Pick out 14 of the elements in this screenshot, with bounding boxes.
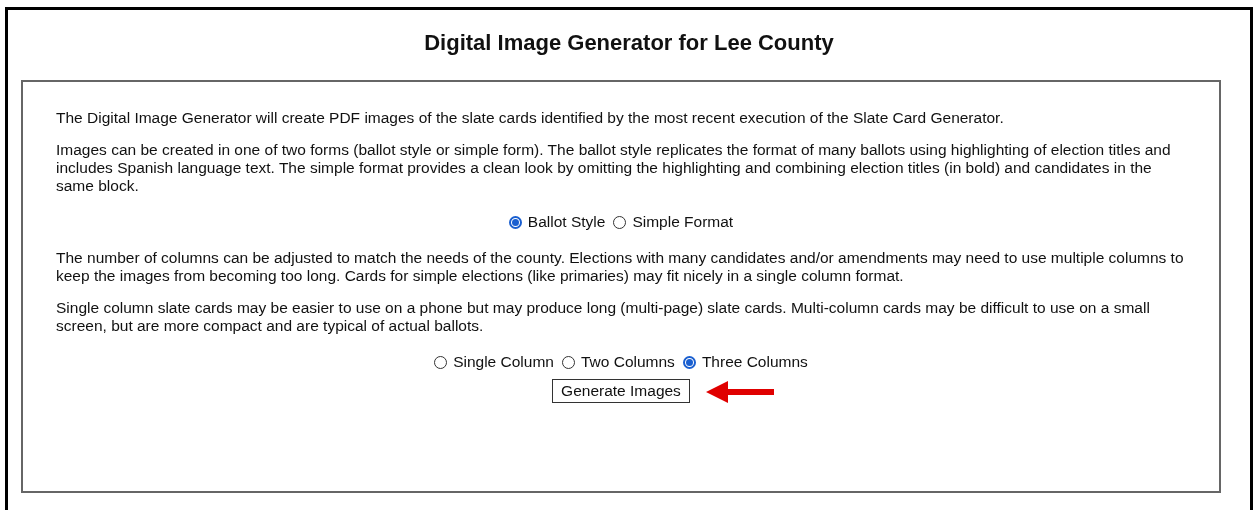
radio-label[interactable]: Three Columns [701,352,808,372]
radio-label[interactable]: Single Column [453,352,554,372]
radio-label[interactable]: Ballot Style [527,212,606,232]
description-text: The number of columns can be adjusted to match the needs of the county. Elections with many candidates and/or amendments may need to use multiple columns to keep the images from becoming too long. Cards for simple elections (like primaries) may fit nicely in a single column format. [56,249,1185,285]
radio-label[interactable]: Two Columns [580,352,675,372]
radio-button[interactable] [508,215,522,229]
page-title: Digital Image Generator for Lee County [423,29,835,57]
annotation-arrow [706,381,776,403]
description-text: Images can be created in one of two forms (ballot style or simple form). The ballot style replicates the format of many ballots using highlighting of election titles and includes Spanish language text. The simple format provides a clean look by omitting the highlighting and combining election titles (in bold) and candidates in the same block. [56,141,1172,195]
generate-images-button[interactable]: Generate Images [552,379,690,403]
description-text: Single column slate cards may be easier to use on a phone but may produce long (multi-page) slate cards. Multi-column cards may be difficult to use on a small screen, but are more compact and are typical of actual ballots. [56,299,1151,335]
radio-label[interactable]: Simple Format [632,212,734,232]
description-text: The Digital Image Generator will create PDF images of the slate cards identified by the most recent execution of the Slate Card Generator. [56,109,1005,127]
radio-button[interactable] [682,355,696,369]
